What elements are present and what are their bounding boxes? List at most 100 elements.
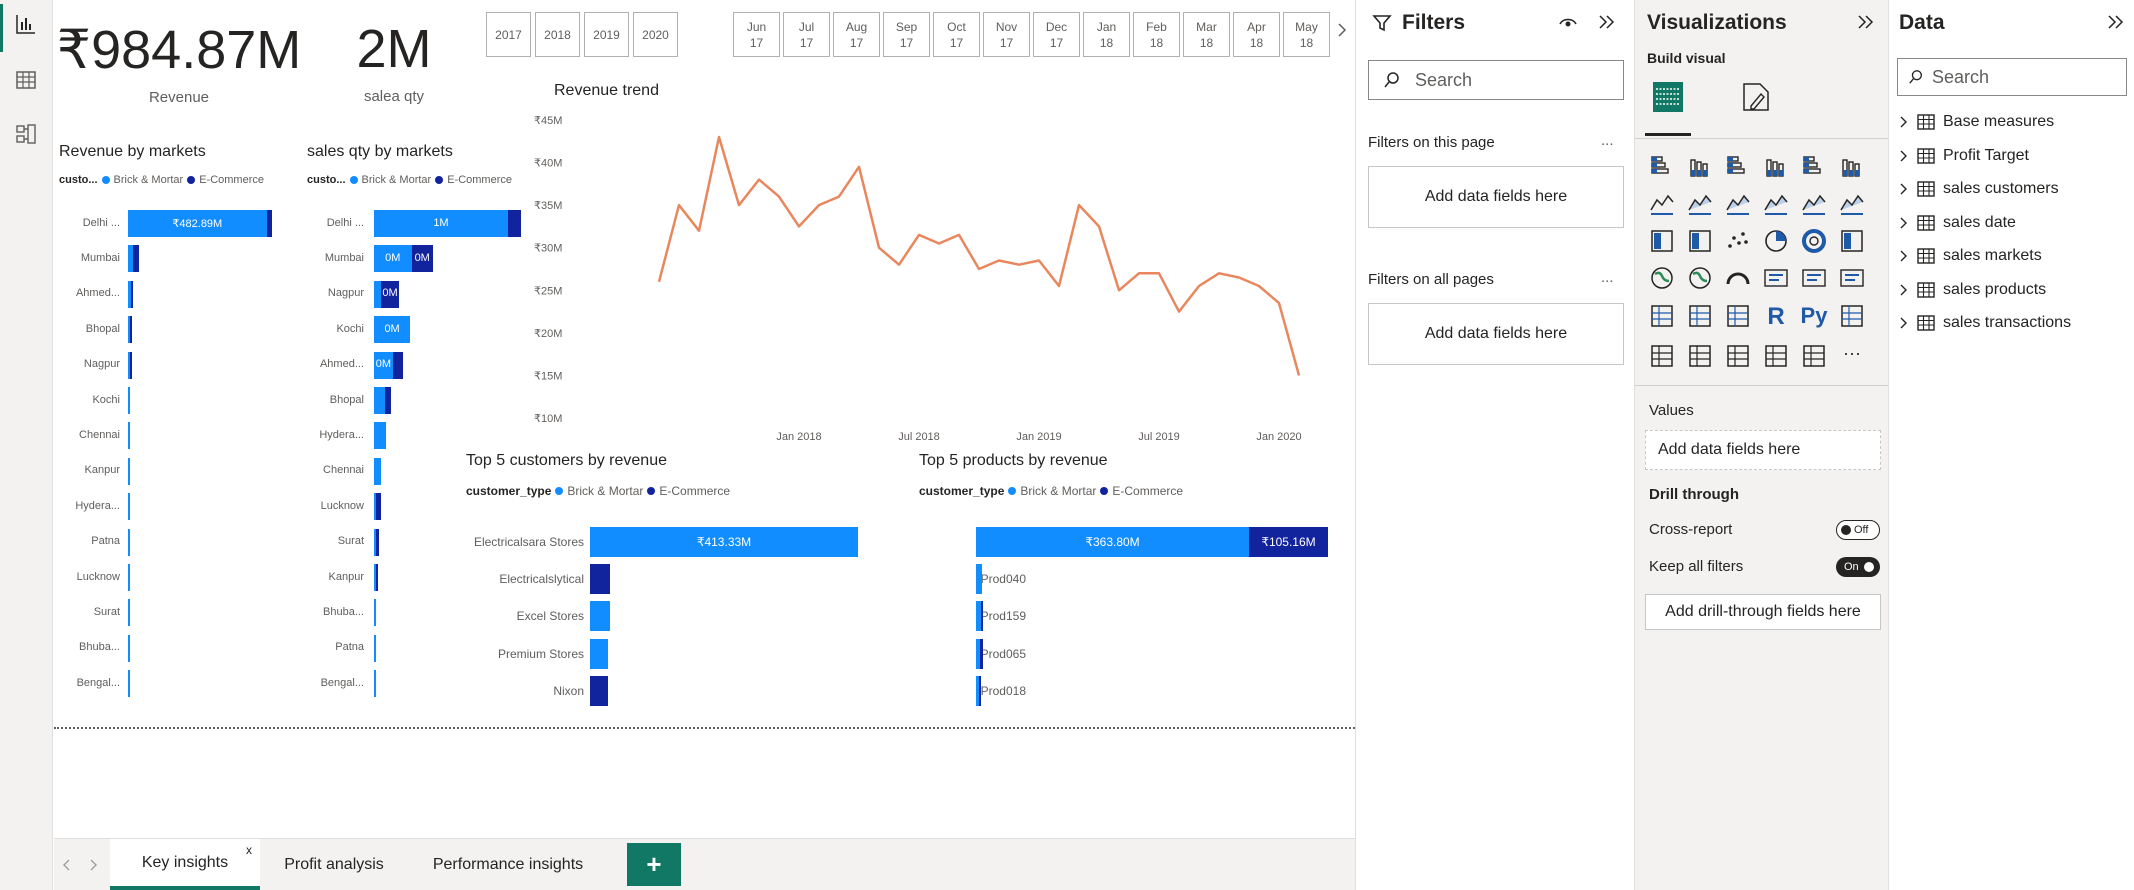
revenue-card[interactable]: ₹984.87M Revenue xyxy=(54,18,304,106)
bar-brick-mortar[interactable] xyxy=(374,457,381,485)
drill-through-well[interactable]: Add drill-through fields here xyxy=(1645,594,1881,630)
model-view-icon[interactable] xyxy=(14,122,38,146)
revenue-by-markets-legend[interactable]: custo... Brick & Mortar E-Commerce xyxy=(59,174,264,186)
data-table-item[interactable]: sales customers xyxy=(1899,180,2059,198)
top5-customers-legend[interactable]: customer_type Brick & Mortar E-Commerce xyxy=(466,484,730,498)
revenue-trend-chart[interactable]: ₹45M ₹40M ₹35M ₹30M ₹25M ₹20M ₹15M ₹10M Jan 2018… xyxy=(534,100,1394,440)
table-icon[interactable] xyxy=(1687,303,1713,329)
bar-brick-mortar[interactable] xyxy=(128,670,130,698)
month-slicer-button[interactable]: Aug 17 xyxy=(833,12,880,57)
cross-report-toggle[interactable]: Off xyxy=(1836,520,1880,540)
year-slicer-button[interactable]: 2018 xyxy=(535,12,580,57)
area-chart-icon[interactable] xyxy=(1687,190,1713,216)
bar-ecommerce[interactable] xyxy=(133,245,139,273)
bar-brick-mortar[interactable] xyxy=(128,387,130,414)
bar-ecommerce[interactable] xyxy=(376,493,382,521)
matrix-icon[interactable] xyxy=(1725,303,1751,329)
bar-brick-mortar[interactable] xyxy=(374,599,376,627)
donut-chart-icon[interactable] xyxy=(1801,228,1827,254)
report-view-icon[interactable] xyxy=(14,12,38,36)
r-visual-icon[interactable]: R xyxy=(1763,303,1789,330)
clustered-column-icon[interactable] xyxy=(1687,152,1713,178)
collapse-viz-icon[interactable] xyxy=(1857,14,1875,30)
collapse-data-icon[interactable] xyxy=(2107,14,2125,30)
add-page-button[interactable]: + xyxy=(627,843,681,886)
build-visual-tab[interactable] xyxy=(1645,74,1691,136)
bar-ecommerce[interactable] xyxy=(376,528,379,556)
bar-brick-mortar[interactable] xyxy=(128,528,130,556)
paginated-report-icon[interactable] xyxy=(1801,343,1827,369)
month-slicer-button[interactable]: Jul 17 xyxy=(783,12,830,57)
data-table-item[interactable]: Base measures xyxy=(1899,113,2054,131)
chevron-right-icon[interactable] xyxy=(1899,283,1909,297)
chevron-right-icon[interactable] xyxy=(1336,22,1348,38)
bar-ecommerce[interactable] xyxy=(130,351,132,379)
bar-ecommerce[interactable] xyxy=(392,351,404,379)
data-table-item[interactable]: sales transactions xyxy=(1899,314,2071,332)
treemap-icon[interactable] xyxy=(1839,228,1865,254)
next-page-icon[interactable] xyxy=(88,859,98,871)
decomposition-tree-icon[interactable] xyxy=(1649,343,1675,369)
python-visual-icon[interactable]: Py xyxy=(1798,303,1830,329)
filled-map-icon[interactable] xyxy=(1687,265,1713,291)
bar-brick-mortar[interactable] xyxy=(374,387,385,414)
bar-ecommerce[interactable] xyxy=(980,601,983,632)
data-table-item[interactable]: Profit Target xyxy=(1899,147,2029,165)
line-column-icon[interactable] xyxy=(1763,190,1789,216)
bar-brick-mortar[interactable] xyxy=(976,564,982,595)
stacked-bar-icon[interactable] xyxy=(1649,152,1675,178)
more-options-icon[interactable]: ... xyxy=(1601,132,1614,149)
table-view-icon[interactable] xyxy=(14,68,38,92)
eye-icon[interactable] xyxy=(1558,14,1578,30)
pie-chart-icon[interactable] xyxy=(1763,228,1789,254)
data-table-item[interactable]: sales products xyxy=(1899,281,2046,299)
bar-ecommerce[interactable] xyxy=(590,675,608,706)
smart-narrative-icon[interactable] xyxy=(1725,343,1751,369)
bar-ecommerce[interactable] xyxy=(376,564,378,591)
chevron-right-icon[interactable] xyxy=(1899,182,1909,196)
tab-profit-analysis[interactable]: Profit analysis xyxy=(264,839,404,890)
chevron-right-icon[interactable] xyxy=(1899,316,1909,330)
month-slicer-button[interactable]: Apr 18 xyxy=(1233,12,1280,57)
month-slicer-button[interactable]: Jun 17 xyxy=(733,12,780,57)
year-slicer-button[interactable]: 2019 xyxy=(584,12,629,57)
format-visual-icon[interactable] xyxy=(1739,80,1773,114)
sales-qty-by-markets-legend[interactable]: custo... Brick & Mortar E-Commerce xyxy=(307,174,512,186)
tab-close-icon[interactable]: x xyxy=(246,843,252,857)
keep-all-filters-toggle[interactable]: On xyxy=(1836,557,1880,577)
bar-ecommerce[interactable] xyxy=(979,638,983,669)
bar-ecommerce[interactable] xyxy=(130,316,132,344)
bar-brick-mortar[interactable] xyxy=(590,601,611,632)
bar-brick-mortar[interactable] xyxy=(590,638,608,669)
data-table-item[interactable]: sales date xyxy=(1899,214,2016,232)
bar-brick-mortar[interactable] xyxy=(128,493,130,521)
bar-brick-mortar[interactable] xyxy=(128,457,130,485)
metrics-icon[interactable] xyxy=(1763,343,1789,369)
filters-search-input[interactable]: Search xyxy=(1368,60,1624,100)
bar-brick-mortar[interactable] xyxy=(128,564,130,591)
line-chart-icon[interactable] xyxy=(1649,190,1675,216)
chevron-right-icon[interactable] xyxy=(1899,115,1909,129)
bar-brick-mortar[interactable] xyxy=(374,670,376,698)
chevron-right-icon[interactable] xyxy=(1899,216,1909,230)
qna-icon[interactable] xyxy=(1687,343,1713,369)
100-bar-icon[interactable] xyxy=(1801,152,1827,178)
waterfall-icon[interactable] xyxy=(1649,228,1675,254)
month-slicer-button[interactable]: Nov 17 xyxy=(983,12,1030,57)
collapse-filters-icon[interactable] xyxy=(1598,14,1616,30)
filters-on-all-drop[interactable]: Add data fields here xyxy=(1368,303,1624,365)
map-icon[interactable] xyxy=(1649,265,1675,291)
slicer-icon[interactable] xyxy=(1649,303,1675,329)
data-table-item[interactable]: sales markets xyxy=(1899,247,2042,265)
data-search-input[interactable]: Search xyxy=(1897,58,2127,96)
top5-products-legend[interactable]: customer_type Brick & Mortar E-Commerce xyxy=(919,484,1183,498)
bar-brick-mortar[interactable] xyxy=(374,634,376,662)
multirow-card-icon[interactable] xyxy=(1801,265,1827,291)
month-slicer-button[interactable]: Oct 17 xyxy=(933,12,980,57)
month-slicer-button[interactable]: May 18 xyxy=(1283,12,1330,57)
month-slicer-button[interactable]: Feb 18 xyxy=(1133,12,1180,57)
month-slicer-button[interactable]: Jan 18 xyxy=(1083,12,1130,57)
bar-ecommerce[interactable] xyxy=(384,387,392,414)
card-icon[interactable] xyxy=(1763,265,1789,291)
stacked-column-icon[interactable] xyxy=(1763,152,1789,178)
